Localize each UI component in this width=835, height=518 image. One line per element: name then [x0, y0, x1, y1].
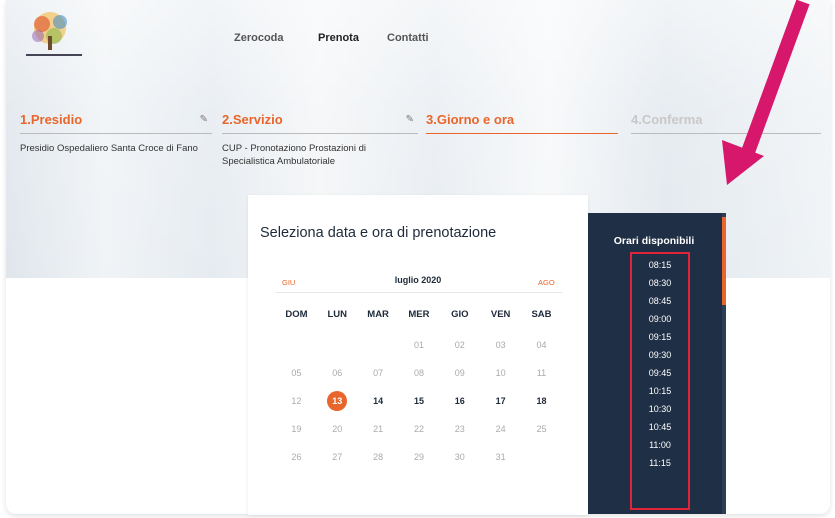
step-giorno-ora-title: 3.Giorno e ora	[426, 112, 515, 127]
step-presidio-desc: Presidio Ospedaliero Santa Croce di Fano	[20, 143, 198, 154]
weekday-label: GIO	[451, 308, 469, 320]
calendar-day[interactable]: 06	[317, 368, 358, 378]
calendar-day[interactable]: 21	[358, 424, 399, 434]
calendar-day[interactable]: 22	[399, 424, 440, 434]
logo[interactable]	[20, 6, 90, 62]
weekday-header: DOM LUN MAR MER GIO VEN SAB	[276, 303, 562, 325]
calendar-day[interactable]: 10	[480, 368, 521, 378]
calendar-week-row: 05 06 07 08 09 10 11	[276, 359, 562, 387]
nav-prenota[interactable]: Prenota	[318, 32, 359, 44]
calendar-day[interactable]: 24	[480, 424, 521, 434]
step-conferma: 4.Conferma	[631, 110, 821, 134]
pencil-icon[interactable]: ✎	[406, 114, 414, 125]
month-label: luglio 2020	[394, 275, 442, 285]
calendar-day[interactable]: 11	[521, 368, 562, 378]
calendar-day[interactable]: 28	[358, 452, 399, 462]
step-giorno-ora[interactable]: 3.Giorno e ora	[426, 110, 618, 134]
calendar-day[interactable]: 29	[399, 452, 440, 462]
calendar-day[interactable]: 27	[317, 452, 358, 462]
nav-zerocoda[interactable]: Zerocoda	[234, 32, 284, 44]
weekday-label: MAR	[367, 308, 389, 320]
calendar-week-row: 01 02 03 04	[276, 331, 562, 359]
calendar-day[interactable]: 18	[521, 396, 562, 406]
annotation-box	[630, 252, 690, 510]
calendar-card: Seleziona data e ora di prenotazione GIU…	[248, 195, 588, 515]
nav-contatti[interactable]: Contatti	[387, 32, 429, 44]
calendar-day[interactable]: 30	[439, 452, 480, 462]
scrollbar[interactable]	[722, 213, 726, 514]
calendar-day[interactable]: 09	[439, 368, 480, 378]
weekday-label: SAB	[531, 308, 552, 320]
calendar-day[interactable]: 02	[439, 340, 480, 350]
step-servizio-desc: CUP - Pronotaziono Prostazioni di Specia…	[222, 143, 366, 167]
step-presidio-title: 1.Presidio	[20, 112, 83, 127]
calendar-day[interactable]: 23	[439, 424, 480, 434]
step-conferma-title: 4.Conferma	[631, 112, 703, 127]
calendar-weeks: 01 02 03 04 05 06 07 08 09 10 11 12 13 14 15 16 17 18 19 20…	[276, 331, 562, 471]
step-presidio[interactable]: 1.Presidio ✎	[20, 110, 212, 134]
calendar-title: Seleziona data e ora di prenotazione	[260, 225, 497, 241]
divider	[276, 292, 562, 293]
calendar-week-row: 12 13 14 15 16 17 18	[276, 387, 562, 415]
scrollbar-thumb[interactable]	[722, 217, 726, 305]
calendar-day[interactable]: 01	[399, 340, 440, 350]
calendar-day[interactable]: 07	[358, 368, 399, 378]
weekday-label: LUN	[327, 308, 348, 320]
calendar-day[interactable]: 20	[317, 424, 358, 434]
calendar-grid: DOM LUN MAR MER GIO VEN SAB 01 02 03 04 05 06…	[276, 303, 562, 471]
calendar-week-row: 19 20 21 22 23 24 25	[276, 415, 562, 443]
weekday-label: VEN	[490, 308, 511, 320]
calendar-day[interactable]: 26	[276, 452, 317, 462]
calendar-day[interactable]: 19	[276, 424, 317, 434]
pencil-icon[interactable]: ✎	[200, 114, 208, 125]
calendar-day[interactable]: 16	[439, 396, 480, 406]
calendar-day-selected[interactable]: 13	[317, 391, 358, 411]
calendar-day[interactable]: 14	[358, 396, 399, 406]
calendar-day[interactable]: 03	[480, 340, 521, 350]
calendar-week-row: 26 27 28 29 30 31	[276, 443, 562, 471]
weekday-label: MER	[408, 308, 430, 320]
calendar-day[interactable]: 31	[480, 452, 521, 462]
calendar-day[interactable]: 08	[399, 368, 440, 378]
calendar-day[interactable]: 15	[399, 396, 440, 406]
calendar-day[interactable]: 17	[480, 396, 521, 406]
calendar-day[interactable]: 12	[276, 396, 317, 406]
weekday-label: DOM	[285, 308, 308, 320]
calendar-day[interactable]: 25	[521, 424, 562, 434]
step-servizio-title: 2.Servizio	[222, 112, 283, 127]
orari-title: Orari disponibili	[613, 235, 695, 247]
next-month-button[interactable]: AGO	[538, 278, 555, 287]
step-servizio[interactable]: 2.Servizio ✎	[222, 110, 418, 134]
calendar-day[interactable]: 05	[276, 368, 317, 378]
calendar-day[interactable]: 04	[521, 340, 562, 350]
